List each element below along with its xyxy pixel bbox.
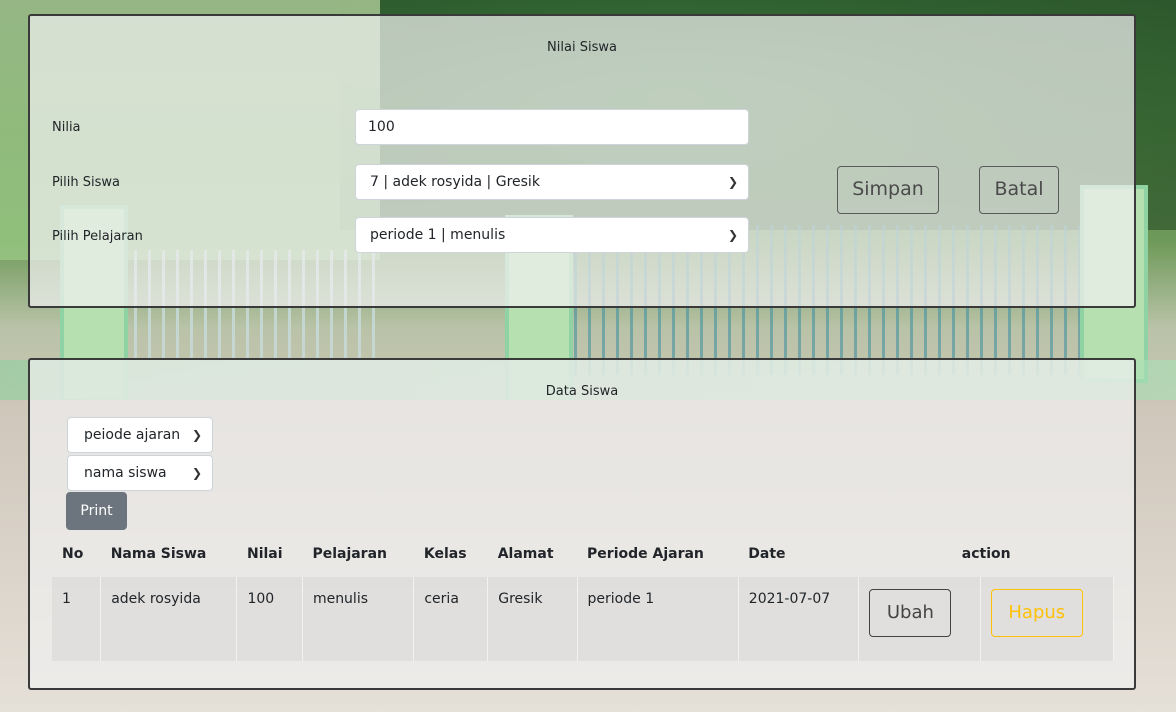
table-row: 1 adek rosyida 100 menulis ceria Gresik … [52,577,1115,661]
data-title: Data Siswa [545,384,619,399]
delete-button[interactable]: Hapus [990,589,1083,637]
column-header-kelas: Kelas [423,546,467,562]
siswa-label: Pilih Siswa [52,175,120,190]
student-grades-table: No Nama Siswa Nilai Pelajaran Kelas Alam… [52,531,1115,661]
cell-edit: Ubah [858,577,981,661]
student-data-panel: Data Siswa peiode ajaran ❯ nama siswa ❯ … [28,358,1136,690]
column-header-nama: Nama Siswa [110,546,207,562]
save-button[interactable]: Simpan [837,166,939,214]
cell-pelajaran: menulis [302,577,415,661]
pelajaran-label: Pilih Pelajaran [52,229,143,244]
cell-kelas: ceria [413,577,489,661]
edit-button[interactable]: Ubah [869,589,952,637]
cell-delete: Hapus [980,577,1115,661]
cancel-button[interactable]: Batal [979,166,1059,214]
chevron-down-icon: ❯ [727,175,738,189]
cell-no: 1 [52,577,102,661]
nilai-input-value: 100 [368,119,395,135]
form-title: Nilai Siswa [547,40,617,55]
grade-form-panel: Nilai Siswa Nilia Pilih Siswa Pilih Pela… [28,14,1136,308]
column-header-pelajaran: Pelajaran [312,546,388,562]
column-header-no: No [62,546,84,562]
nama-filter-value: nama siswa [84,465,167,481]
cell-nilai: 100 [236,577,303,661]
column-header-alamat: Alamat [497,546,554,562]
periode-filter-value: peiode ajaran [84,427,181,443]
print-button[interactable]: Print [66,492,127,530]
siswa-select[interactable]: 7 | adek rosyida | Gresik ❯ [355,164,749,200]
siswa-select-value: 7 | adek rosyida | Gresik [370,174,540,190]
chevron-down-icon: ❯ [191,428,202,442]
column-header-date: Date [748,546,786,562]
column-header-action: action [961,546,1011,562]
pelajaran-select-value: periode 1 | menulis [370,227,506,243]
table-header-row: No Nama Siswa Nilai Pelajaran Kelas Alam… [52,531,1114,577]
nama-filter-select[interactable]: nama siswa ❯ [67,455,213,491]
chevron-down-icon: ❯ [191,466,202,480]
pelajaran-select[interactable]: periode 1 | menulis ❯ [355,217,749,253]
cell-nama: adek rosyida [100,577,238,661]
nilai-label: Nilia [52,120,81,135]
cell-alamat: Gresik [487,577,578,661]
column-header-nilai: Nilai [246,546,283,562]
nilai-input[interactable]: 100 [355,109,749,145]
cell-periode: periode 1 [577,577,739,661]
column-header-periode: Periode Ajaran [587,546,704,562]
chevron-down-icon: ❯ [727,228,738,242]
cell-date: 2021-07-07 [738,577,860,661]
periode-filter-select[interactable]: peiode ajaran ❯ [67,417,213,453]
